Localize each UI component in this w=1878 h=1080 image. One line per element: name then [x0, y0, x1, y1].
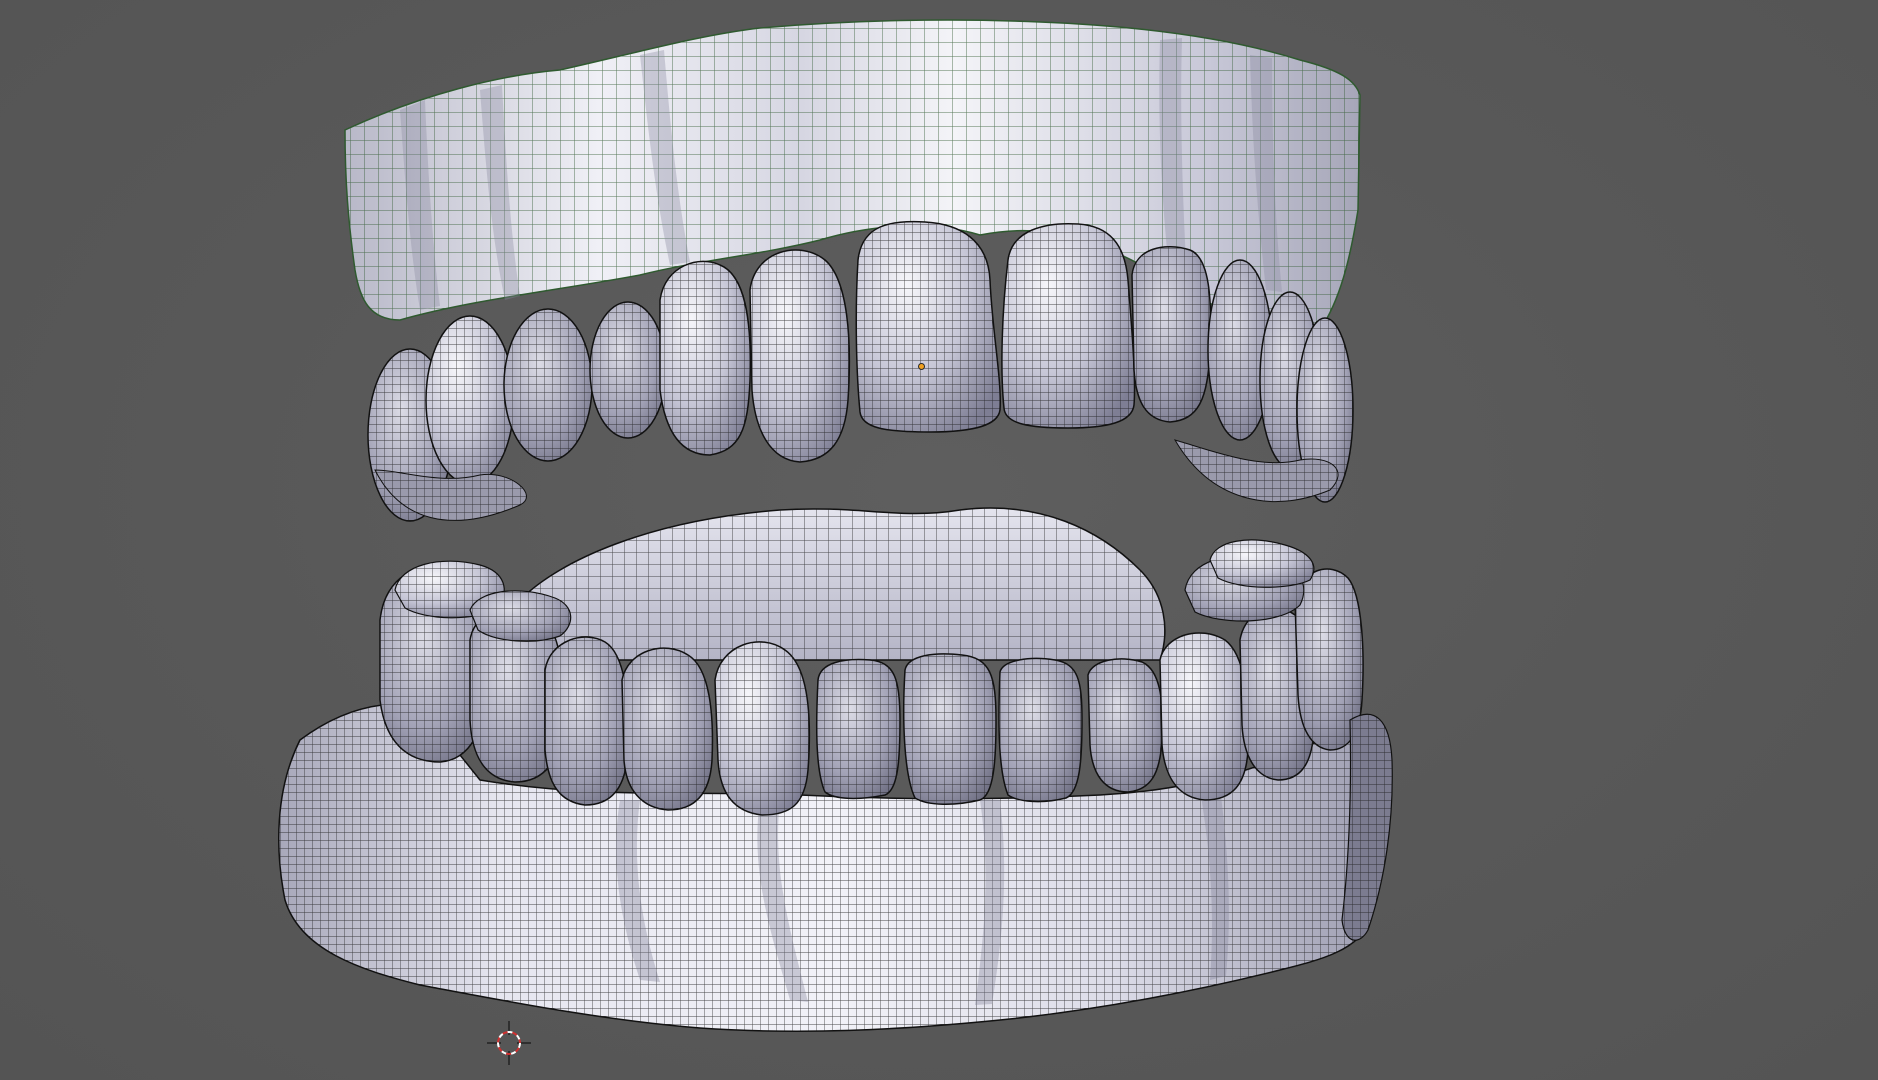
3d-cursor-icon[interactable] [487, 1021, 531, 1065]
upper-jaw[interactable] [344, 19, 1361, 522]
lower-jaw[interactable] [278, 507, 1393, 1033]
viewport-scene[interactable] [0, 0, 1878, 1080]
object-origin-icon[interactable] [918, 363, 925, 370]
3d-viewport[interactable] [0, 0, 1878, 1080]
